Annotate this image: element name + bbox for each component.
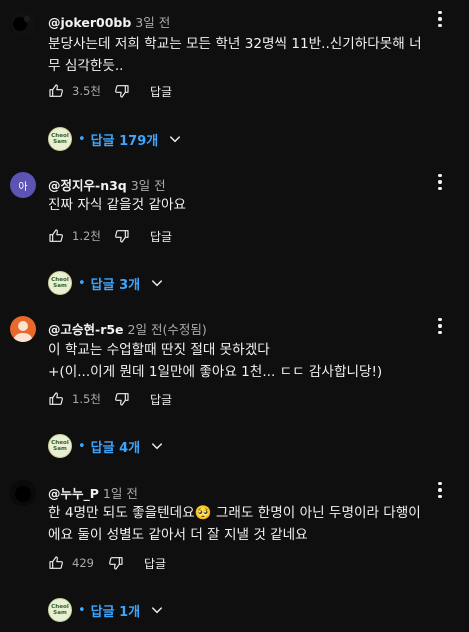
thumbs-up-icon[interactable]	[48, 228, 64, 244]
comment-text: 한 4명만 되도 좋을텐데요🥺 그래도 한명이 아닌 두명이라 다행이 에요 둘…	[48, 502, 458, 546]
like-count: 3.5천	[72, 84, 101, 98]
comment-header: @고승현-r5e 2일 전(수정됨)	[48, 319, 207, 338]
comment-text-line: 한 4명만 되도 좋을텐데요🥺 그래도 한명이 아닌 두명이라 다행이	[48, 505, 421, 521]
reply-button[interactable]: 답글	[150, 391, 172, 408]
like-count: 1.5천	[72, 392, 101, 406]
comment-actions: 1.5천 답글	[48, 389, 172, 409]
separator-dot: •	[78, 438, 86, 454]
avatar-letter: 아	[18, 181, 28, 193]
avatar[interactable]: 아	[10, 172, 36, 198]
like-count: 429	[72, 556, 94, 570]
view-replies-button[interactable]: Cheol Sam • 답글 179개	[48, 125, 182, 153]
comment-text: 진짜 자식 같을것 같아요	[48, 194, 458, 216]
comment-actions: 3.5천 답글	[48, 81, 172, 101]
chevron-down-icon	[168, 132, 182, 146]
more-vert-icon[interactable]	[432, 479, 448, 501]
reply-button[interactable]: 답글	[150, 228, 172, 245]
comment-actions: 429 답글	[48, 553, 166, 573]
comment-time[interactable]: 2일 전(수정됨)	[128, 322, 207, 337]
comment-header: @누누_P 1일 전	[48, 483, 138, 502]
more-vert-icon[interactable]	[432, 8, 448, 30]
view-replies-button[interactable]: Cheol Sam • 답글 4개	[48, 432, 164, 460]
comment-header: @정지우-n3q 3일 전	[48, 175, 166, 194]
more-vert-icon[interactable]	[432, 171, 448, 193]
comment-text-line: 진짜 자식 같을것 같아요	[48, 197, 187, 213]
separator-dot: •	[78, 131, 86, 147]
author-name[interactable]: @joker00bb	[48, 15, 131, 30]
more-vert-icon[interactable]	[432, 315, 448, 337]
avatar[interactable]	[10, 480, 36, 506]
thumbs-down-icon[interactable]	[114, 83, 130, 99]
comment-text: 이 학교는 수업할때 딴짓 절대 못하겠다 +(이...이게 뭔데 1일만에 좋…	[48, 339, 458, 383]
thumbs-up-icon[interactable]	[48, 83, 64, 99]
replier-avatar: Cheol Sam	[48, 271, 72, 295]
comment-text-line: 에요 둘이 성별도 같아서 더 잘 지낼 것 같네요	[48, 527, 308, 543]
chevron-down-icon	[150, 276, 164, 290]
reply-count: 답글 4개	[90, 440, 141, 456]
thumbs-down-icon[interactable]	[114, 391, 130, 407]
author-name[interactable]: @정지우-n3q	[48, 178, 127, 193]
view-replies-button[interactable]: Cheol Sam • 답글 1개	[48, 596, 164, 624]
author-name[interactable]: @누누_P	[48, 486, 99, 501]
thumbs-down-icon[interactable]	[114, 228, 130, 244]
comment-time[interactable]: 3일 전	[135, 15, 170, 30]
avatar[interactable]	[10, 316, 36, 342]
like-count: 1.2천	[72, 229, 101, 243]
replier-avatar: Cheol Sam	[48, 598, 72, 622]
reply-count: 답글 3개	[90, 277, 141, 293]
chevron-down-icon	[150, 439, 164, 453]
separator-dot: •	[78, 602, 86, 618]
comment-text-line: 분당사는데 저희 학교는 모든 학년 32명씩 11반..신기하다못해 너	[48, 36, 422, 52]
comment-time[interactable]: 1일 전	[103, 486, 138, 501]
comment-text-line: 무 심각한듯..	[48, 58, 124, 74]
comment-text: 분당사는데 저희 학교는 모든 학년 32명씩 11반..신기하다못해 너 무 …	[48, 33, 458, 77]
comment-header: @joker00bb 3일 전	[48, 12, 170, 31]
comment-actions: 1.2천 답글	[48, 226, 172, 246]
author-name[interactable]: @고승현-r5e	[48, 322, 124, 337]
reply-button[interactable]: 답글	[144, 555, 166, 572]
thumbs-down-icon[interactable]	[108, 555, 124, 571]
separator-dot: •	[78, 275, 86, 291]
replier-avatar: Cheol Sam	[48, 434, 72, 458]
reply-button[interactable]: 답글	[150, 83, 172, 100]
thumbs-up-icon[interactable]	[48, 555, 64, 571]
comment-text-line: 이 학교는 수업할때 딴짓 절대 못하겠다	[48, 342, 270, 358]
comment-time[interactable]: 3일 전	[131, 178, 166, 193]
thumbs-up-icon[interactable]	[48, 391, 64, 407]
avatar[interactable]	[10, 10, 36, 36]
replier-avatar: Cheol Sam	[48, 127, 72, 151]
comment-text-line: +(이...이게 뭔데 1일만에 좋아요 1천... ㄷㄷ 감사합니당!)	[48, 364, 383, 380]
reply-count: 답글 1개	[90, 604, 141, 620]
reply-count: 답글 179개	[90, 133, 159, 149]
chevron-down-icon	[150, 603, 164, 617]
view-replies-button[interactable]: Cheol Sam • 답글 3개	[48, 269, 164, 297]
